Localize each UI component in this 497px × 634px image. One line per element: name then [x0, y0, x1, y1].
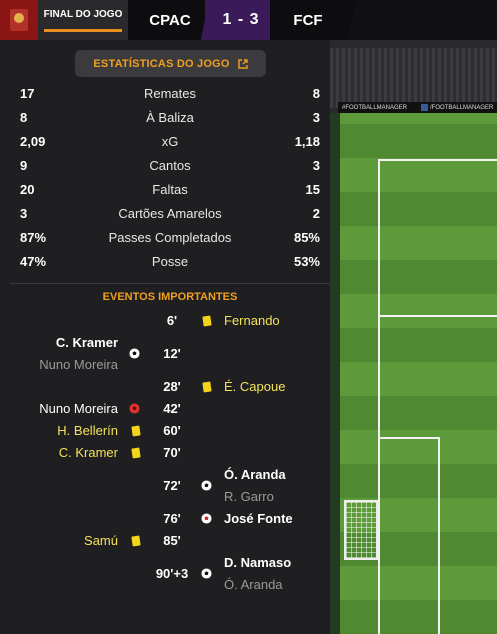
- event-minute: 76': [163, 511, 181, 526]
- event-player[interactable]: Ó. Aranda: [224, 467, 286, 482]
- penalty-box-top-line: [378, 159, 497, 161]
- ad-text-facebook: /FOOTBALLMANAGER: [421, 103, 493, 111]
- event-player[interactable]: H. Bellerín: [57, 423, 118, 438]
- stat-label: À Baliza: [146, 110, 194, 125]
- event-player[interactable]: C. Kramer: [56, 335, 118, 350]
- event-assist[interactable]: R. Garro: [224, 489, 274, 504]
- event-minute: 60': [163, 423, 181, 438]
- home-team-name[interactable]: CPAC: [128, 0, 212, 40]
- final-label: FINAL DO JOGO: [43, 8, 123, 20]
- goal-ball-icon: [201, 480, 212, 491]
- stat-away-value: 3: [312, 110, 320, 125]
- stat-away-value: 3: [312, 158, 320, 173]
- stat-label: Faltas: [152, 182, 188, 197]
- match-header: FINAL DO JOGO CPAC 1 - 3 FCF: [0, 0, 497, 40]
- event-player[interactable]: D. Namaso: [224, 555, 291, 570]
- event-minute: 70': [163, 445, 181, 460]
- advertising-board: #FOOTBALLMANAGER /FOOTBALLMANAGER: [338, 102, 497, 113]
- away-team-name[interactable]: FCF: [270, 0, 346, 40]
- stat-label: Posse: [151, 254, 189, 269]
- stat-away-value: 8: [312, 86, 320, 101]
- stat-away-value: 85%: [293, 230, 320, 245]
- stat-row-on-target: 8 À Baliza 3: [0, 108, 330, 128]
- event-minute: 85': [163, 533, 181, 548]
- stadium-stands: [330, 48, 497, 108]
- penalty-box-left-line: [378, 160, 380, 634]
- goal-area-line: [378, 437, 440, 439]
- key-events-title: EVENTOS IMPORTANTES: [102, 291, 238, 303]
- stat-row-fouls: 20 Faltas 15: [0, 180, 330, 200]
- injury-substitution-icon: [129, 403, 140, 414]
- goal-net: [344, 500, 378, 560]
- event-minute: 42': [163, 401, 181, 416]
- goal-ball-icon: [129, 348, 140, 359]
- yellow-card-icon: [202, 315, 212, 327]
- six-yard-line: [378, 315, 497, 317]
- section-divider: [10, 283, 330, 284]
- goal-ball-icon: [201, 568, 212, 579]
- stat-row-xg: 2,09 xG 1,18: [0, 132, 330, 152]
- stat-label: Cantos: [149, 158, 191, 173]
- club-logo-icon: [10, 9, 28, 31]
- event-player[interactable]: Samú: [84, 533, 118, 548]
- stat-label: Cartões Amarelos: [118, 206, 222, 221]
- event-minute: 90'+3: [155, 566, 189, 581]
- event-minute: 28': [163, 379, 181, 394]
- event-minute: 72': [163, 478, 181, 493]
- event-player[interactable]: Nuno Moreira: [39, 401, 118, 416]
- event-player[interactable]: C. Kramer: [59, 445, 118, 460]
- stat-label: Passes Completados: [108, 230, 232, 245]
- match-stats-button[interactable]: ESTATÍSTICAS DO JOGO: [75, 50, 266, 77]
- own-goal-ball-icon: [201, 513, 212, 524]
- stat-away-value: 53%: [293, 254, 320, 269]
- stat-label: Remates: [143, 86, 197, 101]
- event-player[interactable]: Fernando: [224, 313, 280, 328]
- stat-row-yellow-cards: 3 Cartões Amarelos 2: [0, 204, 330, 224]
- external-link-icon: [237, 58, 248, 69]
- club-badge: [0, 0, 38, 40]
- stat-row-possession: 47% Posse 53%: [0, 252, 330, 272]
- event-assist[interactable]: Ó. Aranda: [224, 577, 283, 592]
- event-minute: 12': [163, 346, 181, 361]
- event-player[interactable]: É. Capoue: [224, 379, 285, 394]
- stat-row-pass-completion: 87% Passes Completados 85%: [0, 228, 330, 248]
- event-minute: 6': [166, 313, 178, 328]
- stat-away-value: 2: [312, 206, 320, 221]
- stat-away-value: 15: [305, 182, 320, 197]
- stat-label: xG: [161, 134, 179, 149]
- stat-away-value: 1,18: [294, 134, 320, 149]
- goal-area-side-line: [438, 437, 440, 634]
- event-player[interactable]: José Fonte: [224, 511, 293, 526]
- stat-row-shots: 17 Remates 8: [0, 84, 330, 104]
- facebook-icon: [421, 103, 429, 111]
- stat-row-corners: 9 Cantos 3: [0, 156, 330, 176]
- match-pitch-view: #FOOTBALLMANAGER /FOOTBALLMANAGER: [330, 0, 497, 634]
- active-tab-indicator: [44, 28, 122, 32]
- final-label-tab[interactable]: FINAL DO JOGO: [38, 0, 128, 40]
- match-stats-button-label: ESTATÍSTICAS DO JOGO: [93, 57, 230, 70]
- yellow-card-icon: [202, 381, 212, 393]
- ad-text-hashtag: #FOOTBALLMANAGER: [342, 104, 408, 111]
- event-assist[interactable]: Nuno Moreira: [39, 357, 118, 372]
